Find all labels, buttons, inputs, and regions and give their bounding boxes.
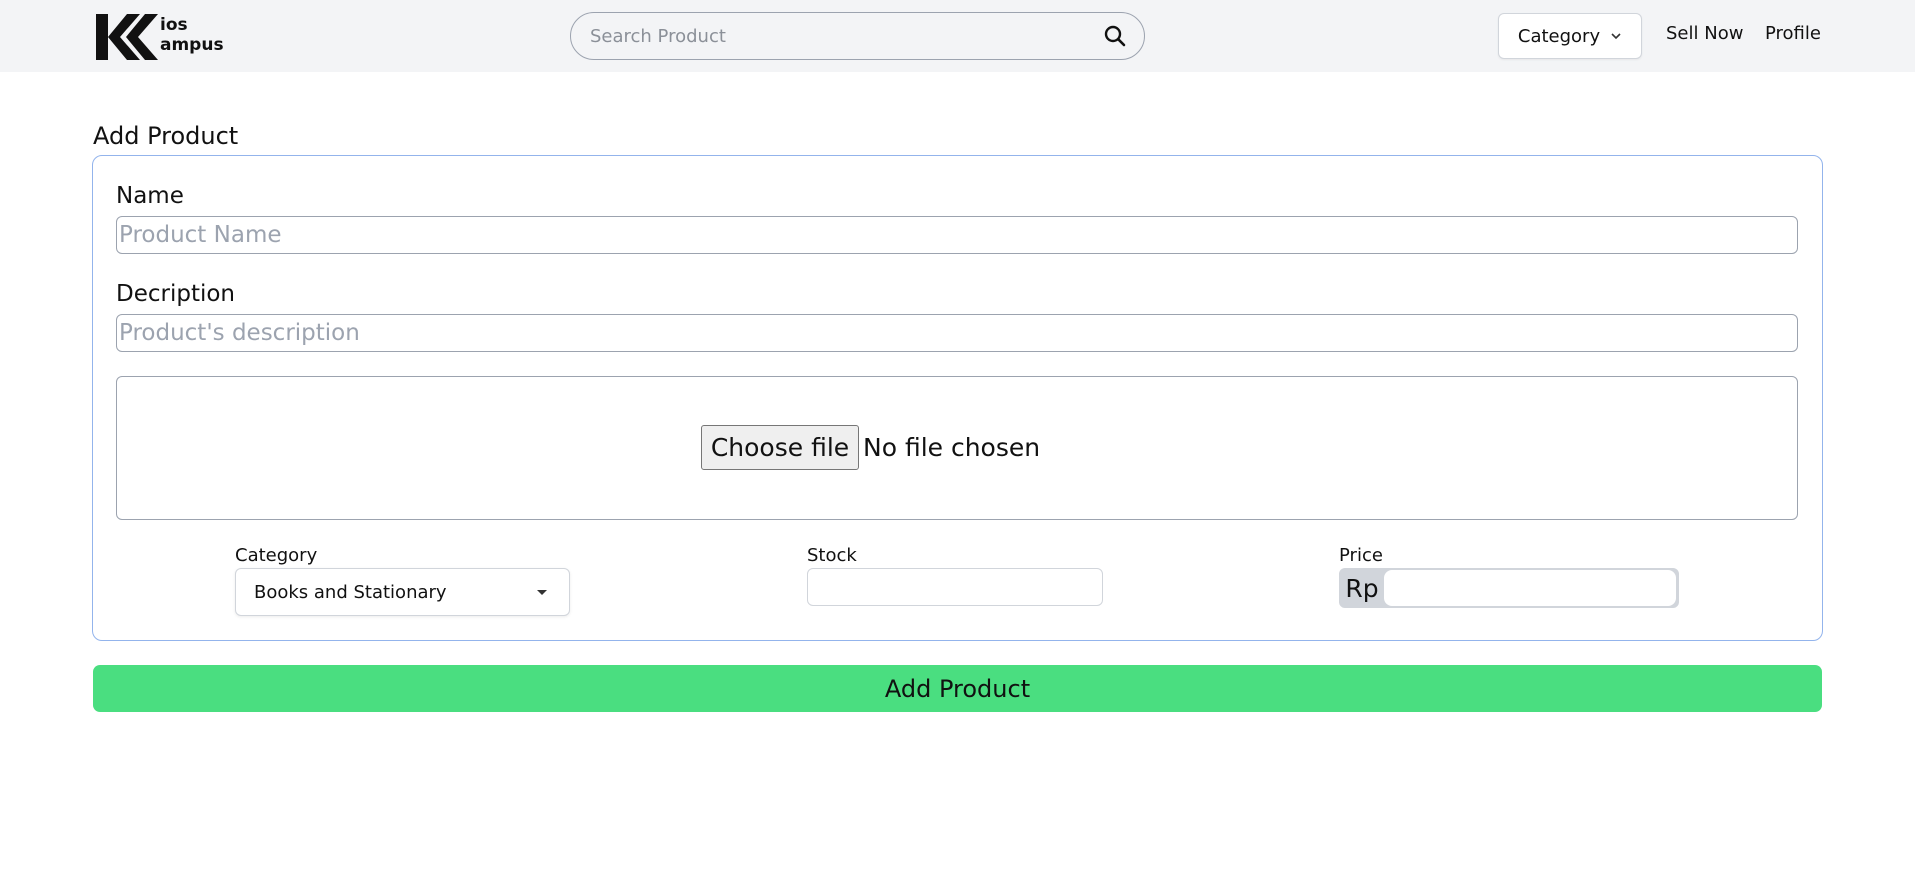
category-dropdown-label: Category — [1517, 25, 1601, 47]
file-status-text: No file chosen — [863, 433, 1041, 462]
search-input[interactable] — [571, 13, 1086, 59]
product-description-input[interactable] — [116, 314, 1798, 352]
caret-down-icon — [537, 590, 547, 595]
currency-prefix: Rp — [1345, 573, 1379, 603]
stock-label: Stock — [807, 545, 857, 566]
brand-logo[interactable]: ios ampus — [94, 12, 224, 62]
price-input-group: Rp — [1339, 568, 1679, 608]
sell-now-link[interactable]: Sell Now — [1666, 23, 1743, 44]
name-label: Name — [116, 183, 184, 209]
product-name-input[interactable] — [116, 216, 1798, 254]
category-dropdown[interactable]: Category — [1498, 13, 1642, 59]
brand-name-line2: ampus — [160, 35, 224, 55]
search-icon — [1104, 25, 1126, 47]
search-button[interactable] — [1086, 13, 1144, 59]
category-select[interactable]: Books and Stationary — [235, 568, 570, 616]
profile-link[interactable]: Profile — [1765, 23, 1821, 44]
logo-mark-icon — [96, 14, 158, 60]
chevron-down-icon — [1611, 33, 1621, 40]
navbar: ios ampus Category Sell Now Profile — [0, 0, 1915, 72]
stock-input[interactable] — [807, 568, 1103, 606]
price-input[interactable] — [1384, 570, 1676, 606]
brand-name-line1: ios — [160, 15, 188, 35]
page-title: Add Product — [93, 122, 239, 150]
category-select-value: Books and Stationary — [254, 581, 447, 603]
search-bar — [570, 12, 1145, 60]
category-label: Category — [235, 545, 318, 566]
price-label: Price — [1339, 545, 1383, 566]
description-label: Decription — [116, 281, 236, 307]
add-product-button[interactable]: Add Product — [93, 665, 1822, 712]
brand-name: ios ampus — [158, 15, 224, 55]
choose-file-button[interactable]: Choose file — [701, 425, 859, 470]
